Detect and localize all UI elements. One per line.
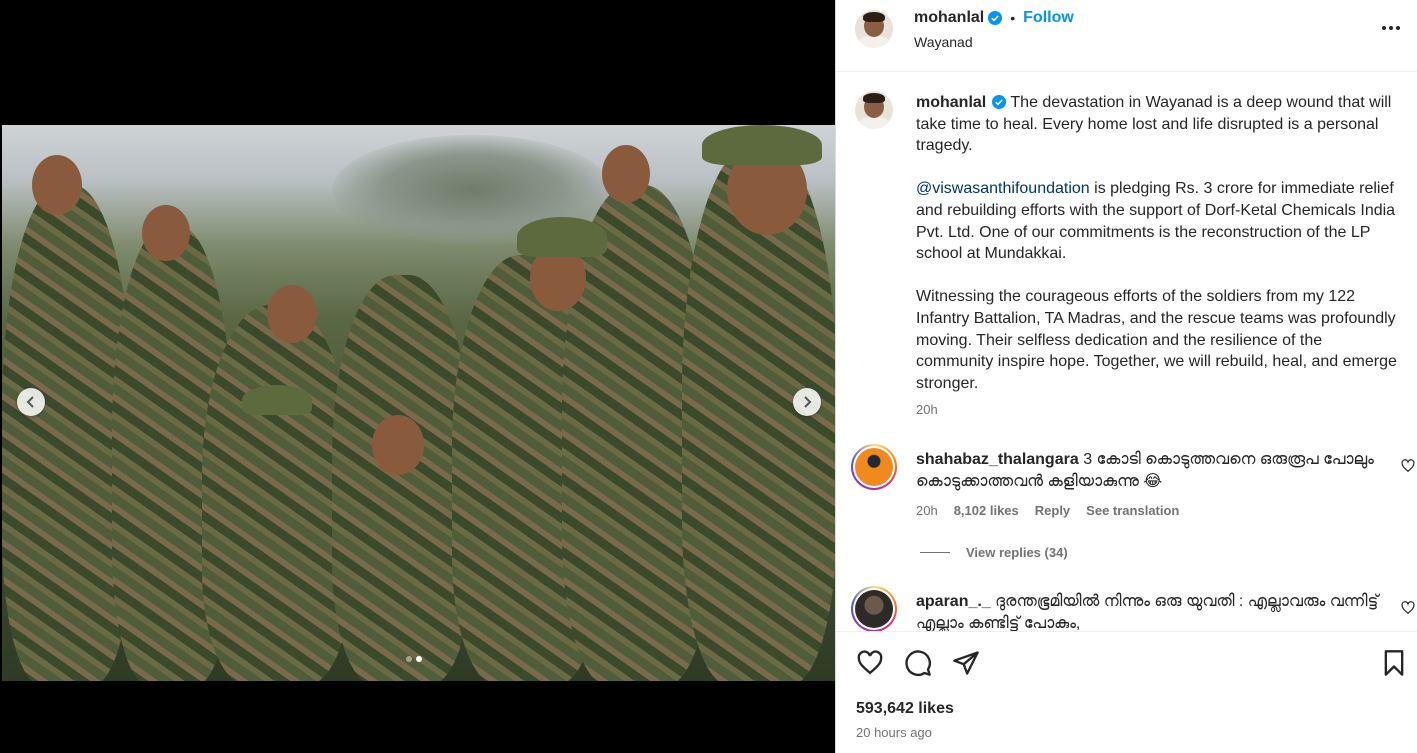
soldier-head [267,285,317,343]
chevron-right-icon [804,396,812,408]
soldier-figure [202,305,352,681]
post-photo[interactable] [2,125,835,681]
caption-paragraph-1: The devastation in Wayanad is a deep wou… [916,94,1392,155]
carousel-dots [406,656,422,662]
comment-username[interactable]: aparan_._ [916,593,991,610]
reply-button[interactable]: Reply [1035,503,1070,518]
separator-dot: • [1010,10,1016,26]
verified-badge-icon [992,95,1007,109]
comment-avatar[interactable] [851,444,897,490]
carousel-next-button[interactable] [793,388,821,416]
more-dots-icon [1382,26,1400,30]
header-user-row: mohanlal • Follow [914,9,1074,27]
soldier-head [142,205,190,261]
soldier-figure [332,275,472,681]
post-actions: 593,642 likes 20 hours ago [836,631,1417,753]
soldier-hat [517,217,607,257]
comment-meta: 20h 8,102 likes Reply See translation [916,503,1179,518]
view-replies-button[interactable]: View replies (34) [920,545,1068,560]
see-translation-link[interactable]: See translation [1086,503,1179,518]
post-header: mohanlal • Follow Wayanad [836,0,1417,72]
follow-button[interactable]: Follow [1023,9,1074,27]
post-timestamp: 20 hours ago [856,725,932,740]
more-options-button[interactable] [1379,16,1403,40]
share-icon[interactable] [952,649,980,677]
carousel-dot [406,656,412,662]
comment-text: shahabaz_thalangara 3 കോടി കൊടുത്തവനെ ഒര… [916,449,1396,493]
media-pane [0,0,835,753]
carousel-prev-button[interactable] [17,388,45,416]
username[interactable]: mohanlal [914,9,984,27]
caption-username[interactable]: mohanlal [916,94,986,111]
comment-username[interactable]: shahabaz_thalangara [916,451,1079,468]
soldier-head [372,415,424,475]
caption-paragraph-3: Witnessing the courageous efforts of the… [916,288,1397,392]
likes-count[interactable]: 593,642 likes [856,700,954,718]
comment-icon[interactable] [904,649,932,677]
view-replies-label: View replies (34) [966,545,1068,560]
soldier-head [602,145,650,203]
comment-avatar[interactable] [851,586,897,631]
comment-like-icon[interactable] [1401,601,1415,615]
soldier-hat [702,125,822,165]
comments-area[interactable]: mohanlal The devastation in Wayanad is a… [836,72,1417,631]
comment-time: 20h [916,503,938,518]
carousel-dot-active [416,656,422,662]
soldier-head [32,155,82,215]
post-caption: mohanlal The devastation in Wayanad is a… [916,92,1401,394]
verified-badge-icon [988,11,1003,25]
post-sidebar: mohanlal • Follow Wayanad mohanlal The d… [835,0,1417,753]
caption-avatar[interactable] [855,91,893,129]
chevron-left-icon [26,396,34,408]
comment-like-icon[interactable] [1401,459,1415,473]
caption-timestamp: 20h [916,402,938,417]
heart-icon[interactable] [856,649,884,677]
avatar[interactable] [855,10,893,48]
comment-text: aparan_._ ദുരന്തഭൂമിയിൽ നിന്നും ഒരു യുവത… [916,591,1396,631]
comment-likes[interactable]: 8,102 likes [954,503,1019,518]
mention-link[interactable]: @viswasanthifoundation [916,180,1090,197]
replies-divider [920,552,950,553]
bookmark-icon[interactable] [1380,649,1408,677]
location-link[interactable]: Wayanad [914,34,973,50]
soldier-hat [242,385,312,415]
